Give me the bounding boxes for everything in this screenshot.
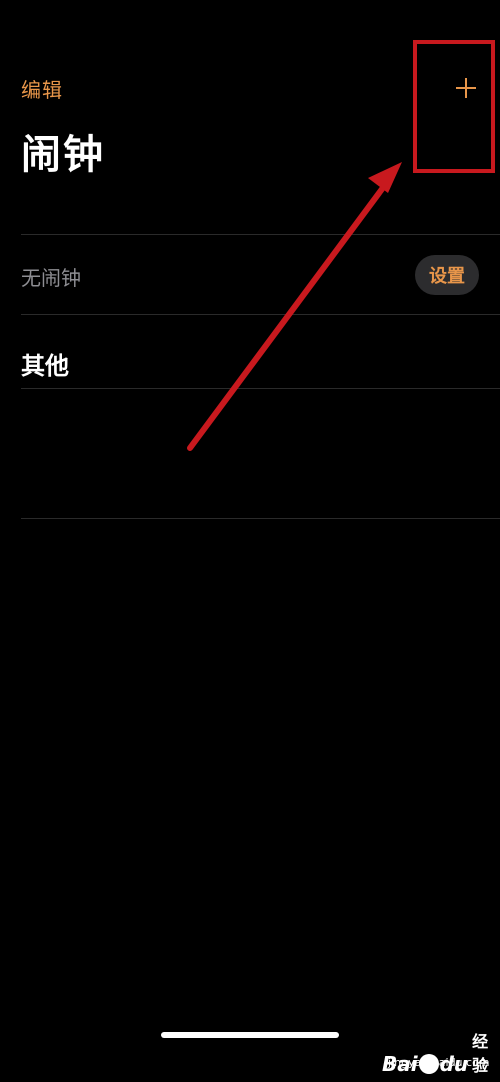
- home-indicator[interactable]: [161, 1032, 339, 1038]
- watermark-url: jingyan.baidu.com: [388, 1056, 490, 1069]
- annotation-arrow: [187, 162, 402, 451]
